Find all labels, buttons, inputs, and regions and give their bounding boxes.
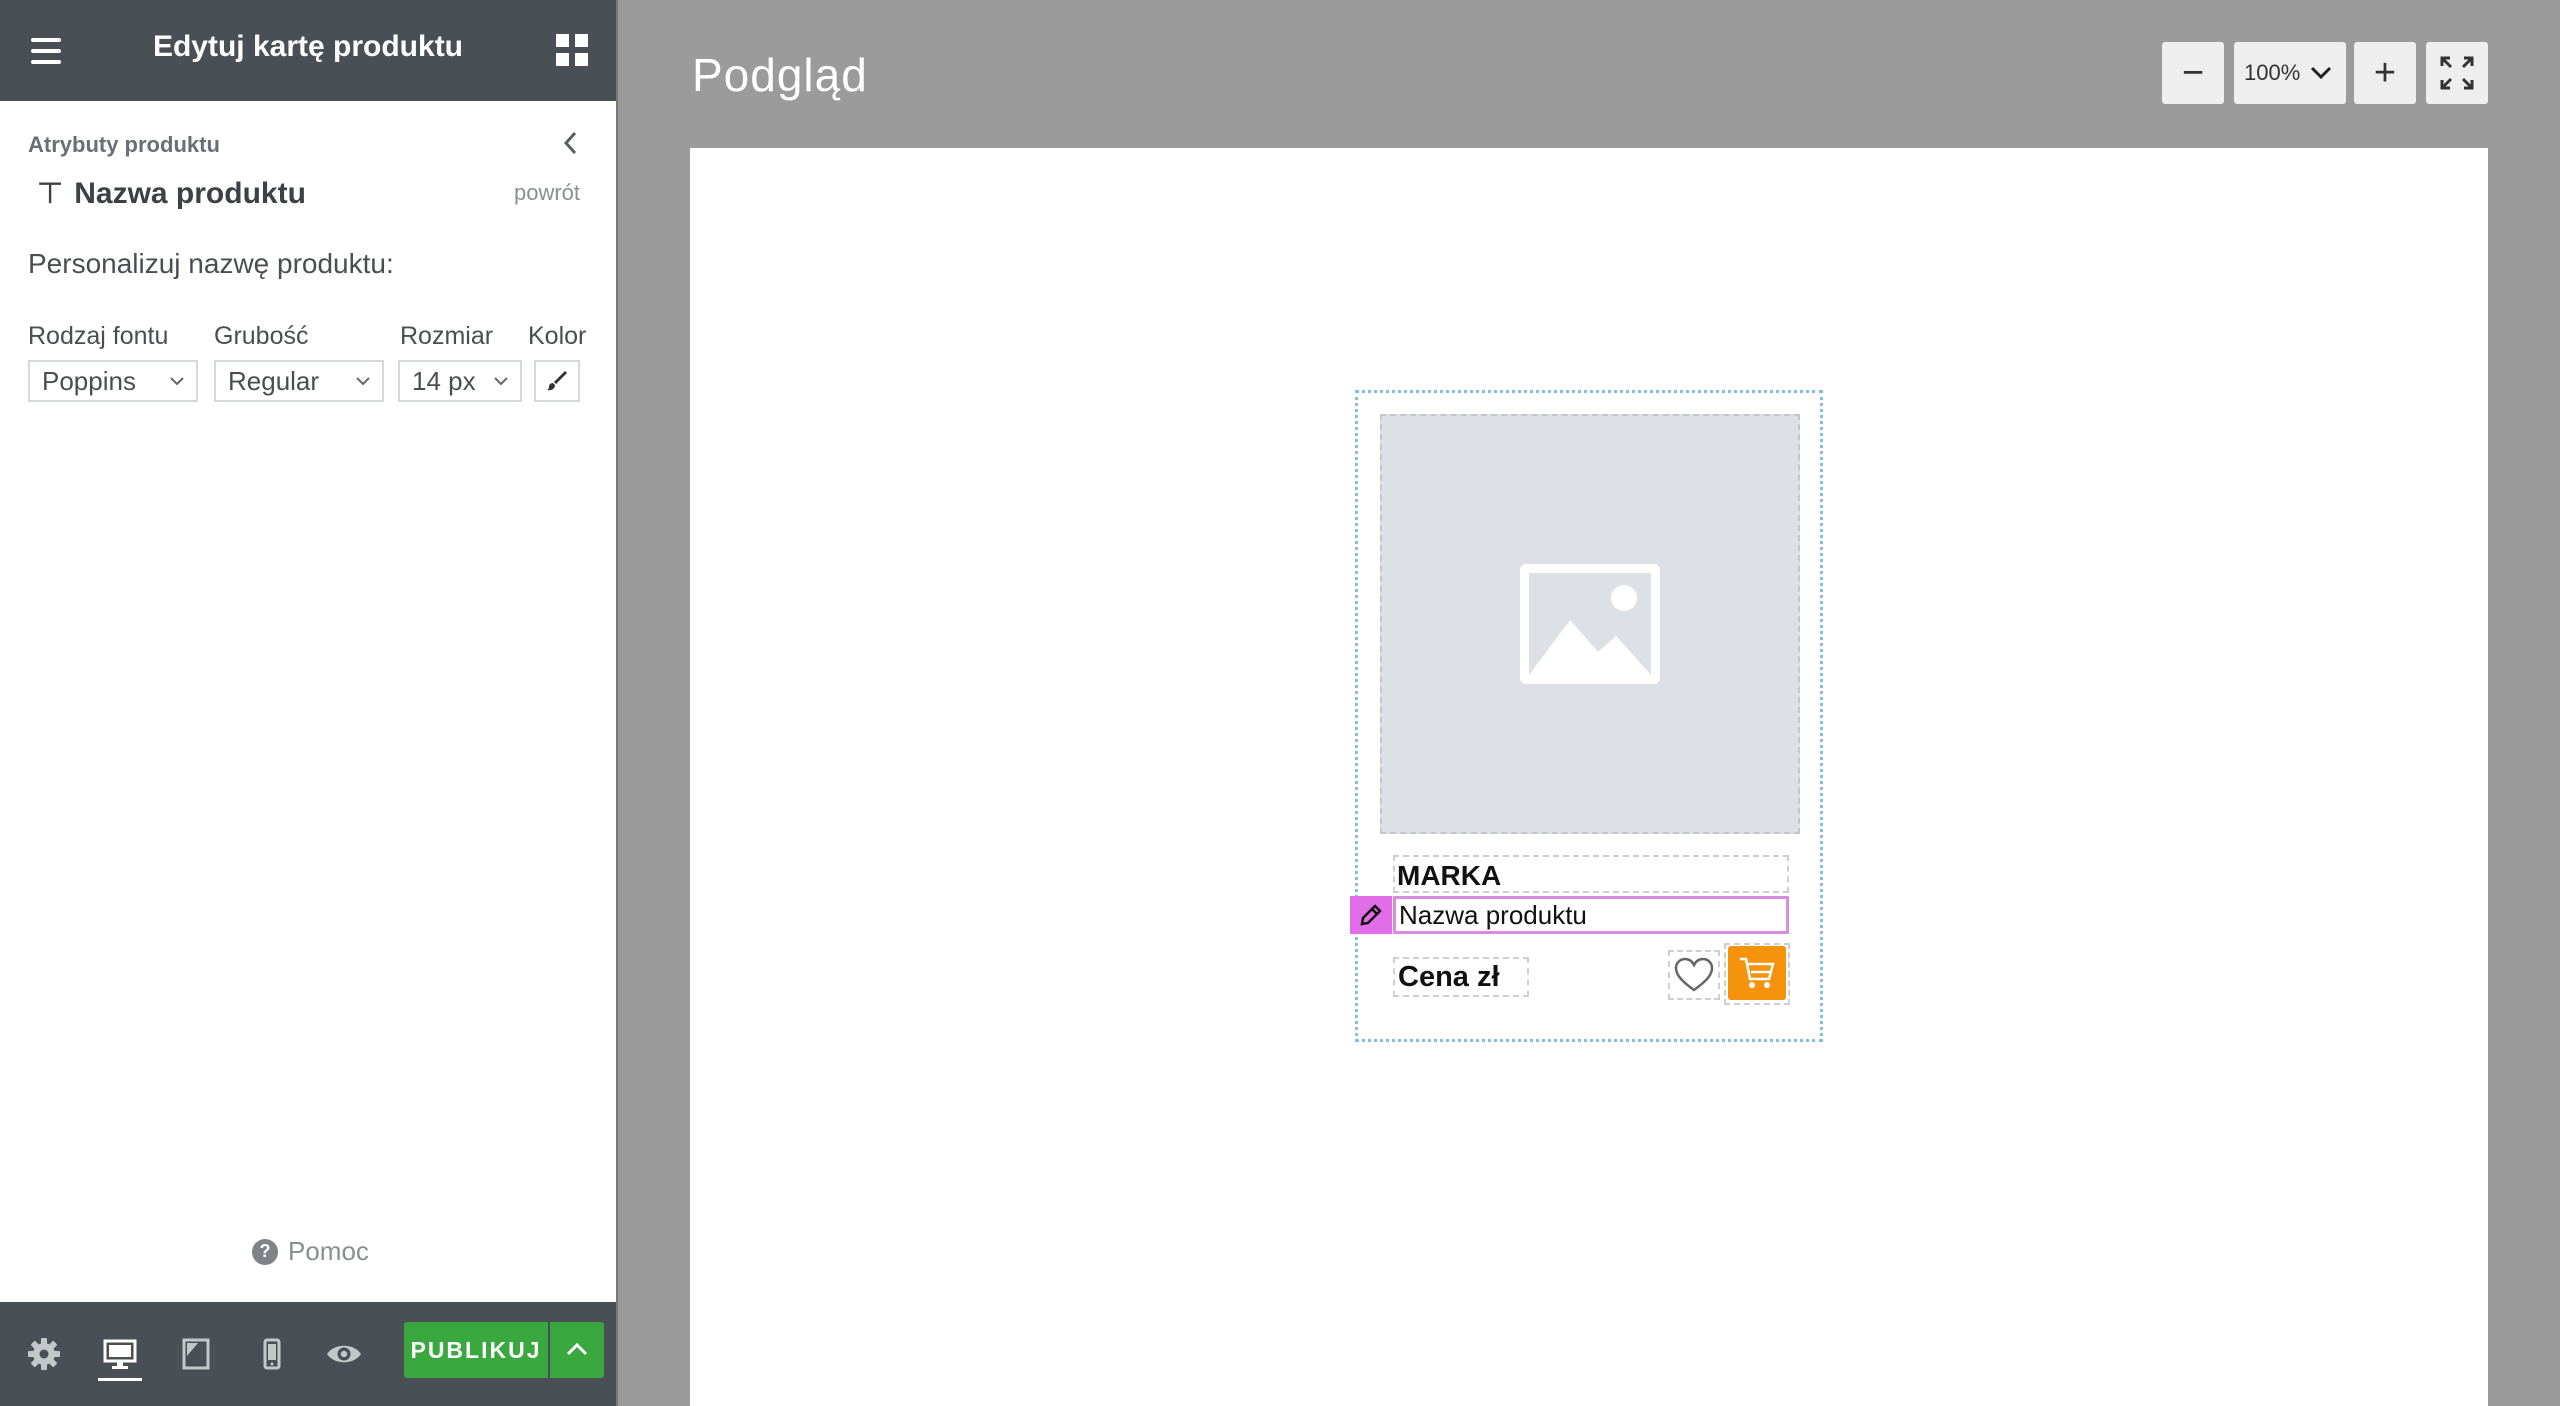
color-label: Kolor <box>528 322 587 350</box>
font-weight-select[interactable]: Regular <box>214 360 384 402</box>
tablet-icon[interactable] <box>176 1334 216 1374</box>
breadcrumb: Atrybuty produktu <box>28 132 220 157</box>
favorite-button[interactable] <box>1668 950 1720 1000</box>
zoom-in-button[interactable]: + <box>2354 42 2416 104</box>
chevron-down-icon <box>356 377 370 386</box>
image-placeholder-icon <box>1520 564 1660 684</box>
zoom-value: 100% <box>2244 60 2301 85</box>
product-name-field[interactable]: Nazwa produktu <box>1393 896 1789 934</box>
heart-icon <box>1674 957 1714 992</box>
eye-icon[interactable] <box>324 1334 364 1374</box>
plus-icon: + <box>2373 51 2397 94</box>
price-text: Cena zł <box>1398 960 1500 993</box>
font-weight-label: Grubość <box>214 322 309 350</box>
help-icon: ? <box>252 1238 278 1265</box>
chevron-up-icon <box>566 1342 588 1356</box>
font-family-select[interactable]: Poppins <box>28 360 198 402</box>
customize-label: Personalizuj nazwę produktu: <box>28 248 394 279</box>
chevron-down-icon <box>494 377 508 386</box>
pencil-icon <box>1360 904 1382 926</box>
font-family-value: Poppins <box>42 365 136 396</box>
color-picker-button[interactable] <box>534 360 580 402</box>
brush-icon <box>547 371 567 391</box>
zoom-select[interactable]: 100% <box>2234 42 2346 104</box>
font-size-select[interactable]: 14 px <box>398 360 522 402</box>
chevron-down-icon <box>2310 66 2332 80</box>
text-type-icon: ⊤ <box>36 176 65 211</box>
add-to-cart-button[interactable] <box>1728 946 1786 1000</box>
hamburger-icon[interactable] <box>28 34 64 68</box>
chevron-down-icon <box>170 377 184 386</box>
publish-options-button[interactable] <box>550 1322 604 1378</box>
fullscreen-icon <box>2440 56 2474 90</box>
product-image-placeholder[interactable] <box>1380 414 1800 834</box>
minus-icon: − <box>2181 51 2205 94</box>
price-field[interactable]: Cena zł <box>1393 957 1529 997</box>
font-family-label: Rodzaj fontu <box>28 322 169 350</box>
publish-button[interactable]: PUBLIKUJ <box>404 1322 548 1378</box>
editor-sidebar: Edytuj kartę produktu Atrybuty produktu … <box>0 0 618 1406</box>
back-link[interactable]: powrót <box>514 180 580 206</box>
desktop-icon[interactable] <box>100 1334 140 1374</box>
active-device-indicator <box>98 1378 142 1381</box>
font-size-label: Rozmiar <box>400 322 494 350</box>
preview-title: Podgląd <box>692 49 868 101</box>
section-title: ⊤ Nazwa produktu <box>36 176 306 211</box>
sidebar-title: Edytuj kartę produktu <box>152 30 464 63</box>
product-name-text: Nazwa produktu <box>1399 899 1587 930</box>
sidebar-header: Edytuj kartę produktu <box>0 0 616 101</box>
fullscreen-button[interactable] <box>2426 42 2488 104</box>
edit-element-tag[interactable] <box>1350 896 1392 934</box>
font-size-value: 14 px <box>412 365 476 396</box>
gear-icon[interactable] <box>24 1334 64 1374</box>
help-label: Pomoc <box>288 1236 369 1266</box>
mobile-icon[interactable] <box>252 1334 292 1374</box>
font-weight-value: Regular <box>228 365 320 396</box>
chevron-left-icon[interactable] <box>556 128 586 158</box>
grid-icon[interactable] <box>556 34 588 66</box>
section-title-label: Nazwa produktu <box>74 176 306 210</box>
brand-text: MARKA <box>1397 860 1502 891</box>
help-link[interactable]: ? Pomoc <box>252 1236 369 1267</box>
cart-icon <box>1740 957 1775 988</box>
zoom-out-button[interactable]: − <box>2162 42 2224 104</box>
